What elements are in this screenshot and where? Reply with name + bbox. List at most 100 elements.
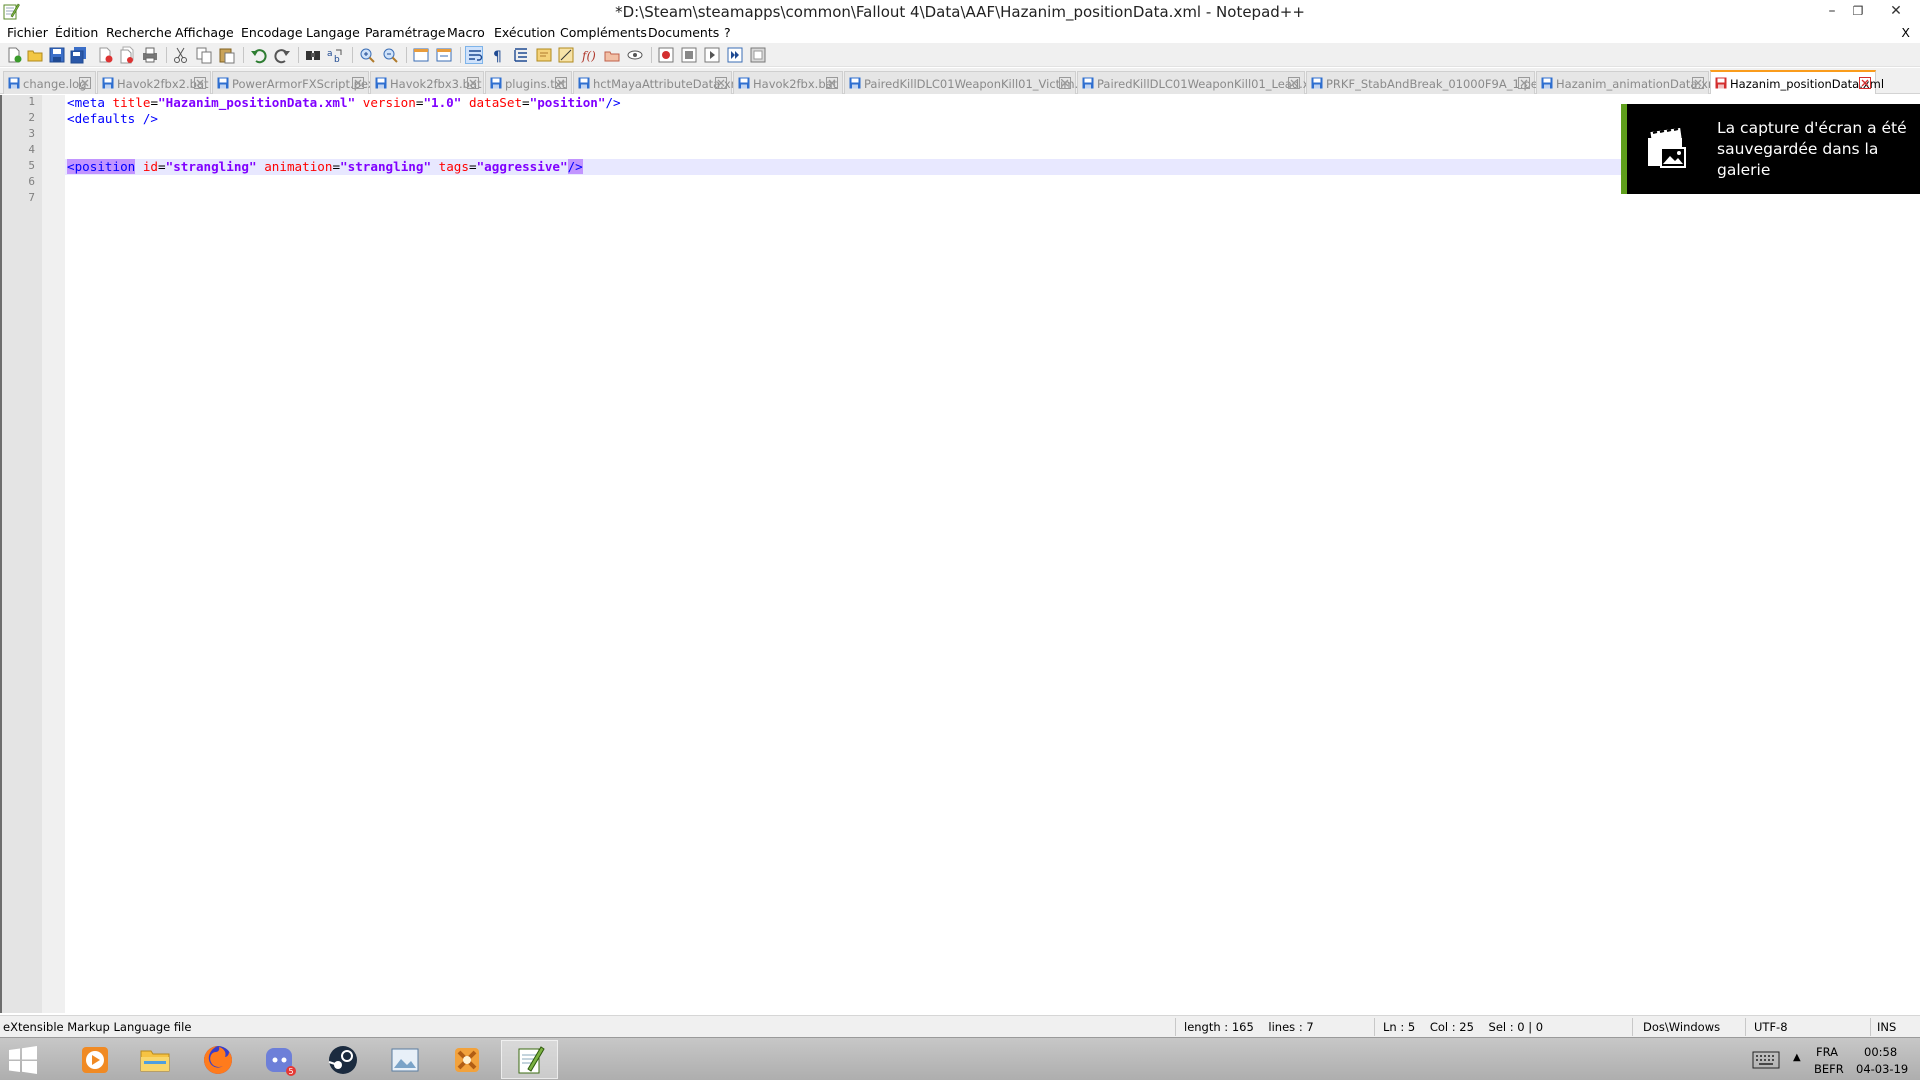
word-wrap-icon[interactable] [465, 46, 483, 64]
tab-prkf-stabandbreak-01000f9a-1-pex[interactable]: PRKF_StabAndBreak_01000F9A_1.pex [1306, 71, 1544, 94]
toolbar-separator [460, 47, 461, 63]
zoom-out-icon[interactable] [381, 46, 399, 64]
taskbar-file-explorer[interactable] [126, 1040, 183, 1079]
tab-powerarmorfxscript-pex[interactable]: PowerArmorFXScript.pex [212, 71, 375, 94]
code-line[interactable]: <defaults /> [67, 111, 158, 127]
svg-text:b: b [334, 55, 340, 64]
close-button[interactable]: ✕ [1876, 0, 1916, 22]
menu-fichier[interactable]: Fichier [7, 25, 48, 40]
editor-pane[interactable]: 1234567 <meta title="Hazanim_positionDat… [0, 95, 1920, 1013]
close-document-button[interactable]: X [1901, 25, 1910, 40]
tab-pairedkilldlc01weaponkill01-lead-xml[interactable]: PairedKillDLC01WeaponKill01_Lead.xml [1077, 71, 1324, 94]
menu-langage[interactable]: Langage [306, 25, 360, 40]
taskbar-discord[interactable]: 5 [251, 1040, 308, 1079]
tab-havok2fbx-bat[interactable]: Havok2fbx.bat [733, 71, 843, 94]
status-cursor-position[interactable]: Ln : 5 Col : 25 Sel : 0 | 0 [1383, 1020, 1543, 1034]
redo-icon[interactable] [273, 46, 291, 64]
keyboard-layout[interactable]: BEFR [1814, 1062, 1844, 1076]
save-icon[interactable] [48, 46, 66, 64]
sync-horizontal-icon[interactable] [435, 46, 453, 64]
tab-close-icon[interactable] [1692, 77, 1704, 89]
xml-text-token [461, 95, 469, 110]
taskbar-media-player[interactable] [66, 1040, 123, 1079]
find-icon[interactable] [304, 46, 322, 64]
menu-macro[interactable]: Macro [447, 25, 485, 40]
restore-button[interactable]: ❐ [1838, 0, 1878, 22]
folder-workspace-icon[interactable] [603, 46, 621, 64]
function-list-icon[interactable]: f() [580, 46, 598, 64]
taskbar-photo-viewer[interactable] [376, 1040, 433, 1079]
menu-documents[interactable]: Documents [648, 25, 719, 40]
status-insert-mode[interactable]: INS [1877, 1020, 1896, 1034]
monitoring-icon[interactable] [626, 46, 644, 64]
macro-run-multiple-icon[interactable] [726, 46, 744, 64]
clock-date[interactable]: 04-03-19 [1856, 1062, 1908, 1076]
menu-encodage[interactable]: Encodage [241, 25, 303, 40]
taskbar-firefox[interactable] [189, 1040, 246, 1079]
indent-guide-icon[interactable] [512, 46, 530, 64]
clock-time[interactable]: 00:58 [1864, 1045, 1897, 1059]
screenshot-saved-notification[interactable]: La capture d'écran a été sauvegardée dan… [1621, 104, 1920, 194]
macro-stop-icon[interactable] [680, 46, 698, 64]
tray-chevron-icon[interactable]: ▲ [1793, 1052, 1801, 1063]
tab-close-icon[interactable] [1059, 77, 1071, 89]
undo-icon[interactable] [250, 46, 268, 64]
tab-close-icon[interactable] [1518, 77, 1530, 89]
tab-change-log[interactable]: change.log [3, 71, 96, 94]
show-all-chars-icon[interactable]: ¶ [489, 46, 507, 64]
close-file-icon[interactable] [96, 46, 114, 64]
tab-plugins-txt[interactable]: plugins.txt [485, 71, 572, 94]
input-language[interactable]: FRA [1816, 1045, 1838, 1059]
tab-close-icon[interactable] [715, 77, 727, 89]
macro-play-icon[interactable] [703, 46, 721, 64]
menu-recherche[interactable]: Recherche [106, 25, 172, 40]
tab-hctmayaattributedata-xml[interactable]: hctMayaAttributeData.xml [573, 71, 745, 94]
tab-close-icon[interactable] [826, 77, 838, 89]
new-file-icon[interactable] [5, 46, 23, 64]
menu-execution[interactable]: Exécution [494, 25, 555, 40]
tab-close-icon[interactable] [1288, 77, 1300, 89]
tab-havok2fbx2-bat[interactable]: Havok2fbx2.bat [97, 71, 211, 94]
touch-keyboard-icon[interactable] [1752, 1051, 1780, 1069]
doc-map-icon[interactable] [557, 46, 575, 64]
tab-close-icon[interactable] [1859, 77, 1871, 89]
menu-edition[interactable]: Édition [55, 25, 98, 40]
cut-icon[interactable] [172, 46, 190, 64]
sync-vertical-icon[interactable] [412, 46, 430, 64]
tab-havok2fbx3-bat[interactable]: Havok2fbx3.bat [370, 71, 484, 94]
menu-affichage[interactable]: Affichage [175, 25, 234, 40]
windows-start-icon[interactable] [8, 1046, 38, 1074]
open-file-icon[interactable] [26, 46, 44, 64]
paste-icon[interactable] [218, 46, 236, 64]
tab-close-icon[interactable] [467, 77, 479, 89]
zoom-in-icon[interactable] [358, 46, 376, 64]
tab-close-icon[interactable] [194, 77, 206, 89]
status-encoding[interactable]: UTF-8 [1754, 1020, 1788, 1034]
code-line[interactable]: <meta title="Hazanim_positionData.xml" v… [67, 95, 621, 111]
status-eol-format[interactable]: Dos\Windows [1643, 1020, 1720, 1034]
tab-close-icon[interactable] [352, 77, 364, 89]
code-area[interactable]: <meta title="Hazanim_positionData.xml" v… [65, 95, 1920, 1013]
copy-icon[interactable] [195, 46, 213, 64]
taskbar-steam[interactable] [314, 1040, 371, 1079]
user-language-icon[interactable] [535, 46, 553, 64]
line-number-margin[interactable]: 1 2 3 4 5 6 7 [2, 95, 40, 1013]
replace-icon[interactable]: ab [326, 46, 344, 64]
tab-close-icon[interactable] [555, 77, 567, 89]
macro-save-icon[interactable] [749, 46, 767, 64]
close-all-icon[interactable] [118, 46, 136, 64]
menu-help[interactable]: ? [724, 25, 731, 40]
fold-margin[interactable] [42, 95, 65, 1013]
tab-close-icon[interactable] [79, 77, 91, 89]
code-line[interactable]: <position id="strangling" animation="str… [67, 159, 583, 175]
tab-hazanim-animationdata-xml[interactable]: Hazanim_animationData.xml [1536, 71, 1722, 94]
print-icon[interactable] [141, 46, 159, 64]
taskbar-toolbox[interactable] [438, 1040, 495, 1079]
menu-parametrage[interactable]: Paramétrage [365, 25, 446, 40]
save-all-icon[interactable] [70, 46, 88, 64]
tab-pairedkilldlc01weaponkill01-victim-xml[interactable]: PairedKillDLC01WeaponKill01_Victim.xml [844, 71, 1099, 94]
taskbar-notepadpp[interactable] [501, 1040, 558, 1079]
menu-complements[interactable]: Compléments [560, 25, 647, 40]
tab-hazanim-positiondata-xml[interactable]: Hazanim_positionData.xml [1710, 70, 1884, 94]
macro-record-icon[interactable] [657, 46, 675, 64]
